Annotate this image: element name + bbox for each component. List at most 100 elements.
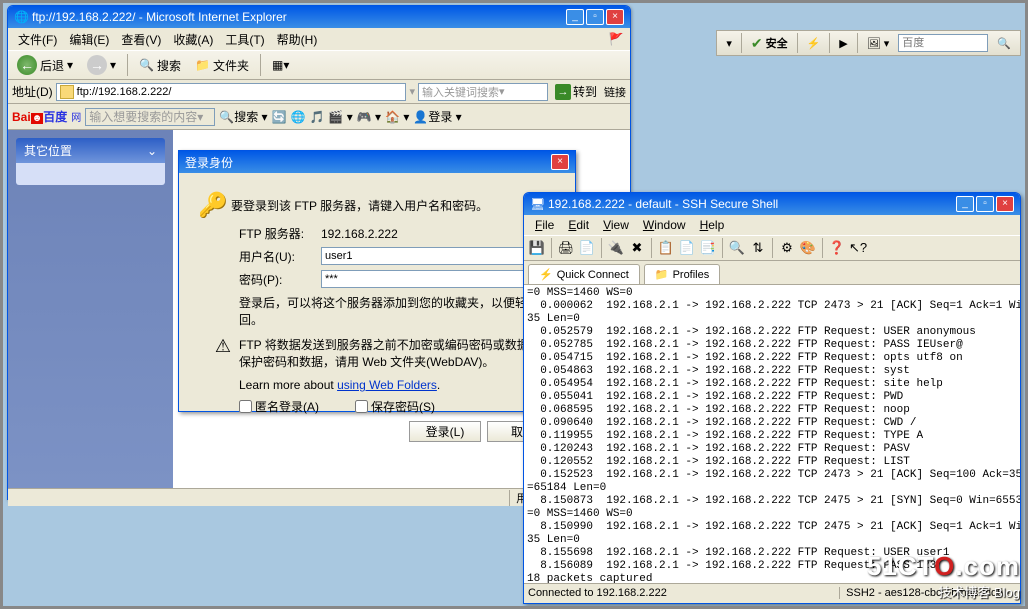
menu-tools[interactable]: 工具(T) — [219, 29, 270, 50]
password-input[interactable] — [321, 270, 541, 288]
save-icon[interactable]: 💾 — [528, 239, 546, 257]
key-icon: 🔑 — [198, 191, 228, 220]
ssh-toolbar: 💾 🖨 📄 🔌 ✖ 📋 📄 📑 🔍 ⇅ ⚙ 🎨 ❓ ↖? — [524, 235, 1020, 261]
menu-help[interactable]: 帮助(H) — [271, 29, 324, 50]
password-label: 密码(P): — [239, 271, 321, 288]
back-button[interactable]: ←后退 ▾ — [12, 53, 78, 77]
go-icon: → — [555, 84, 571, 100]
refresh-icon[interactable]: 🔄 — [272, 110, 287, 124]
ssh-tabs: ⚡ Quick Connect 📁 Profiles — [524, 261, 1020, 285]
folders-button[interactable]: 📁 文件夹 — [190, 55, 254, 76]
disconnect-icon[interactable]: ✖ — [628, 239, 646, 257]
top-search-input[interactable] — [898, 34, 988, 52]
sidebar: 其它位置⌄ — [8, 130, 173, 488]
print-icon[interactable]: 🖨 — [557, 239, 575, 257]
dropdown-icon[interactable]: ▾ — [721, 35, 737, 52]
links-label[interactable]: 链接 — [604, 84, 626, 100]
forward-button[interactable]: →▾ — [82, 53, 121, 77]
ssh-status-left: Connected to 192.168.2.222 — [528, 587, 839, 599]
flow-icon[interactable]: 🎵 — [309, 110, 324, 124]
connect-icon[interactable]: 🔌 — [607, 239, 625, 257]
ssh-close-button[interactable]: × — [996, 196, 1014, 212]
find-icon[interactable]: 🔍 — [728, 239, 746, 257]
sidebar-other-places[interactable]: 其它位置⌄ — [16, 138, 165, 163]
login-button[interactable]: 👤登录 ▾ — [413, 108, 461, 125]
login-dialog: 登录身份 × 🔑 要登录到该 FTP 服务器，请键入用户名和密码。 FTP 服务… — [178, 150, 576, 412]
views-button[interactable]: ▦▾ — [267, 56, 294, 74]
browser-toolbar-right: ▾ ✔安全 ⚡ ▶ 🖼 ▾ 🔍 — [716, 30, 1021, 56]
colors-icon[interactable]: 🎨 — [799, 239, 817, 257]
close-button[interactable]: × — [606, 9, 624, 25]
ssh-menu-window[interactable]: Window — [636, 217, 693, 233]
whatsthis-icon[interactable]: ↖? — [849, 239, 867, 257]
save-password-checkbox[interactable]: 保存密码(S) — [355, 398, 435, 415]
menu-file[interactable]: 文件(F) — [12, 29, 63, 50]
web-folders-link[interactable]: using Web Folders — [337, 378, 437, 392]
baidu-search-button[interactable]: 🔍搜索 ▾ — [219, 108, 267, 125]
dialog-message: 要登录到该 FTP 服务器，请键入用户名和密码。 — [231, 197, 559, 214]
menu-view[interactable]: 查看(V) — [115, 29, 167, 50]
warning-icon: ⚠ — [211, 336, 235, 370]
safe-button[interactable]: ✔安全 — [746, 33, 793, 54]
search-button[interactable]: 🔍 搜索 — [134, 55, 186, 76]
baidu-search-input[interactable]: 输入想要搜索的内容 ▾ — [85, 108, 215, 126]
ie-titlebar: 🌐 ftp://192.168.2.222/ - Microsoft Inter… — [8, 6, 630, 28]
address-input[interactable]: ftp://192.168.2.222/ — [56, 83, 407, 101]
play-icon[interactable]: ▶ — [834, 35, 852, 52]
login-button[interactable]: 登录(L) — [409, 421, 481, 442]
search-icon[interactable]: 🔍 — [992, 35, 1016, 52]
video-icon[interactable]: 🎬 ▾ — [328, 110, 352, 124]
dialog-title: 登录身份 — [185, 154, 551, 171]
paste-icon[interactable]: 📄 — [678, 239, 696, 257]
ie-icon: 🌐 — [14, 10, 28, 24]
ssh-minimize-button[interactable]: _ — [956, 196, 974, 212]
paste2-icon[interactable]: 📑 — [699, 239, 717, 257]
learn-more: Learn more about using Web Folders. — [239, 378, 559, 392]
ssh-maximize-button[interactable]: ▫ — [976, 196, 994, 212]
username-input[interactable] — [321, 247, 541, 265]
menu-edit[interactable]: 编辑(E) — [63, 29, 115, 50]
maximize-button[interactable]: ▫ — [586, 9, 604, 25]
info-text: 登录后，可以将这个服务器添加到您的收藏夹，以便轻易返回。 — [239, 294, 559, 328]
warning-text: FTP 将数据发送到服务器之前不加密或编码密码或数据。要保护密码和数据，请用 W… — [239, 336, 559, 370]
transfer-icon[interactable]: ⇅ — [749, 239, 767, 257]
lightning-icon[interactable]: ⚡ — [802, 35, 826, 52]
help-icon[interactable]: ❓ — [828, 239, 846, 257]
menu-favorites[interactable]: 收藏(A) — [167, 29, 219, 50]
copy-icon[interactable]: 📋 — [657, 239, 675, 257]
ssh-menu-edit[interactable]: Edit — [561, 217, 596, 233]
profiles-tab[interactable]: 📁 Profiles — [644, 264, 720, 284]
settings-icon[interactable]: ⚙ — [778, 239, 796, 257]
news-icon[interactable]: 🌐 — [291, 110, 306, 124]
forward-icon: → — [87, 55, 107, 75]
baidu-toolbar: Bai☻百度 网 输入想要搜索的内容 ▾ 🔍搜索 ▾ 🔄 🌐 🎵 🎬 ▾ 🎮 ▾… — [8, 104, 630, 130]
ssh-icon: 🖥 — [530, 197, 544, 211]
ssh-window: 🖥 192.168.2.222 - default - SSH Secure S… — [523, 192, 1021, 604]
username-label: 用户名(U): — [239, 248, 321, 265]
dialog-titlebar: 登录身份 × — [179, 151, 575, 173]
anonymous-checkbox[interactable]: 匿名登录(A) — [239, 398, 319, 415]
address-bar: 地址(D) ftp://192.168.2.222/ ▾ 输入关键词搜索 ▾ →… — [8, 80, 630, 104]
space-icon[interactable]: 🏠 ▾ — [385, 110, 409, 124]
ssh-title-text: 192.168.2.222 - default - SSH Secure She… — [548, 197, 956, 211]
keyword-search-input[interactable]: 输入关键词搜索 ▾ — [418, 83, 548, 101]
ssh-menu-help[interactable]: Help — [693, 217, 732, 233]
window-title: ftp://192.168.2.222/ - Microsoft Interne… — [32, 10, 566, 24]
go-button[interactable]: →转到 — [551, 83, 601, 100]
address-label: 地址(D) — [12, 83, 53, 100]
game-icon[interactable]: 🎮 ▾ — [357, 110, 381, 124]
minimize-button[interactable]: _ — [566, 9, 584, 25]
ie-toolbar: ←后退 ▾ →▾ 🔍 搜索 📁 文件夹 ▦▾ — [8, 50, 630, 80]
dialog-close-button[interactable]: × — [551, 154, 569, 170]
preview-icon[interactable]: 📄 — [578, 239, 596, 257]
ssh-titlebar: 🖥 192.168.2.222 - default - SSH Secure S… — [524, 193, 1020, 215]
ssh-menu-view[interactable]: View — [596, 217, 636, 233]
terminal-output[interactable]: =0 MSS=1460 WS=0 0.000062 192.168.2.1 ->… — [524, 285, 1020, 583]
quick-connect-tab[interactable]: ⚡ Quick Connect — [528, 264, 640, 284]
ssh-menu-file[interactable]: File — [528, 217, 561, 233]
baidu-logo[interactable]: Bai☻百度 — [12, 108, 67, 125]
check-icon: ✔ — [751, 35, 763, 52]
picture-icon[interactable]: 🖼 ▾ — [862, 35, 895, 52]
ie-menubar: 文件(F) 编辑(E) 查看(V) 收藏(A) 工具(T) 帮助(H) 🚩 — [8, 28, 630, 50]
watermark: 51CTO.com 技术博客 Blog — [867, 551, 1020, 601]
